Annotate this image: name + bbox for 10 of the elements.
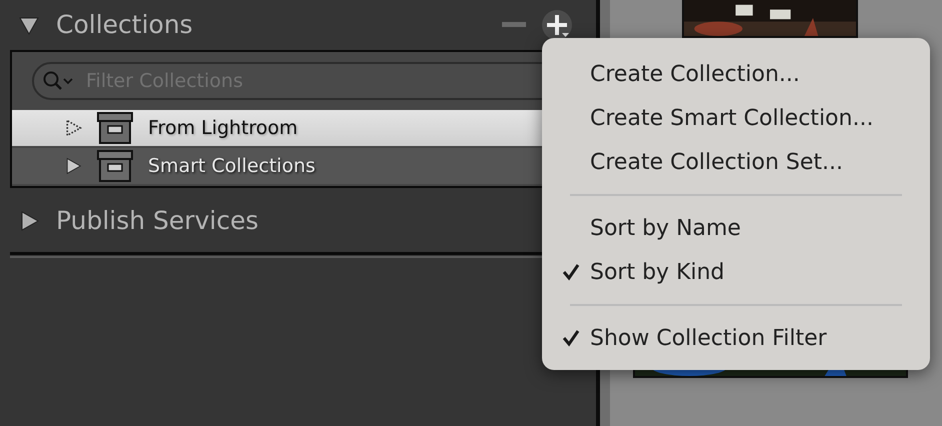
add-button[interactable] xyxy=(542,10,572,40)
menu-item[interactable]: Show Collection Filter xyxy=(542,316,930,360)
panel-title: Publish Services xyxy=(56,205,258,238)
panel-title: Collections xyxy=(56,9,193,42)
menu-item[interactable]: Sort by Kind xyxy=(542,250,930,294)
expand-triangle-icon[interactable] xyxy=(64,157,82,175)
menu-item[interactable]: Sort by Name xyxy=(542,206,930,250)
box-icon xyxy=(96,149,134,183)
box-icon xyxy=(96,111,134,145)
expand-triangle-icon[interactable] xyxy=(64,119,82,137)
